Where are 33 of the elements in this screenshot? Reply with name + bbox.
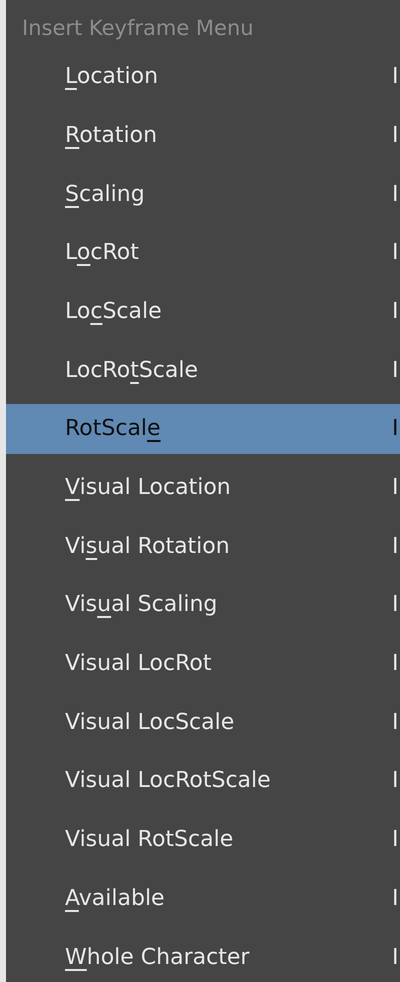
menu-item[interactable]: Visual RotScale I [6,814,400,865]
menu-item[interactable]: LocRot I [6,228,400,278]
shortcut-label: I [392,651,400,676]
menu-item[interactable]: Location I [6,52,400,102]
shortcut-label: I [392,182,400,207]
shortcut-label: I [392,358,400,383]
menu-item[interactable]: Visual Scaling I [6,580,400,630]
menu-item[interactable]: Whole Character I [6,932,400,982]
menu-item[interactable]: Visual LocRotScale I [6,756,400,806]
menu-item[interactable]: Available I [6,873,400,924]
shortcut-label: I [392,475,400,500]
menu-item[interactable]: LocRotScale I [6,345,400,396]
shortcut-label: I [392,768,400,794]
menu-item[interactable]: Visual Location I [6,462,400,512]
shortcut-label: I [392,827,400,852]
menu-item[interactable]: Scaling I [6,169,400,220]
menu-title: Insert Keyframe Menu [21,14,255,42]
shortcut-label: I [392,886,400,911]
shortcut-label: I [392,416,400,442]
shortcut-label: I [392,944,400,970]
menu-item[interactable]: Visual LocScale I [6,697,400,748]
menu-item[interactable]: Rotation I [6,110,400,160]
shortcut-label: I [392,710,400,735]
menu-item[interactable]: Visual LocRot I [6,638,400,689]
menu-item[interactable]: Visual Rotation I [6,521,400,572]
shortcut-label: I [392,592,400,618]
menu-item[interactable]: RotScale I [6,404,400,454]
shortcut-label: I [392,64,400,90]
shortcut-label: I [392,534,400,559]
shortcut-label: I [392,298,400,324]
shortcut-label: I [392,240,400,266]
shortcut-label: I [392,122,400,148]
menu-item[interactable]: LocScale I [6,286,400,336]
